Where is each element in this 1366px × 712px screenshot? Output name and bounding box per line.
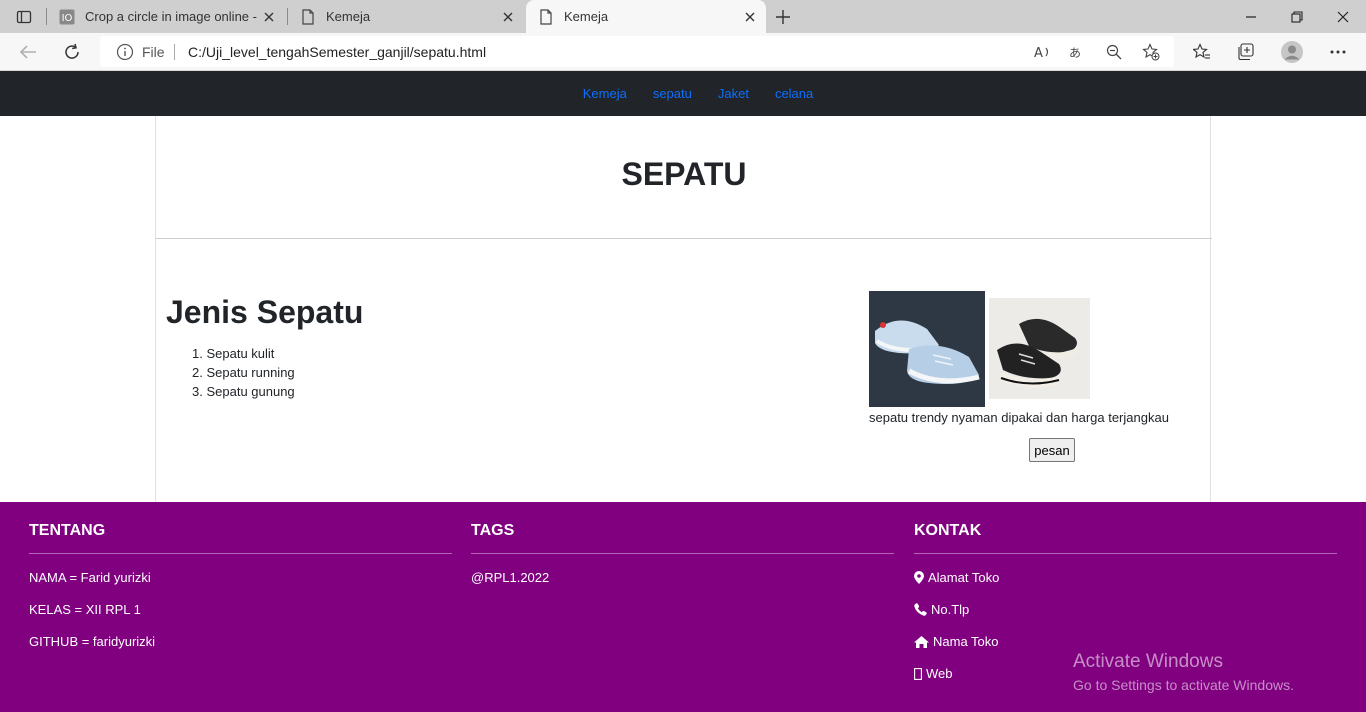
browser-tab[interactable]: Kemeja xyxy=(288,0,524,33)
footer-class: KELAS = XII RPL 1 xyxy=(29,602,141,617)
nav-link-celana[interactable]: celana xyxy=(775,86,813,101)
close-window-icon[interactable] xyxy=(1320,0,1366,33)
footer-divider xyxy=(471,553,894,554)
section-title: Jenis Sepatu xyxy=(166,294,364,330)
site-navbar: Kemeja sepatu Jaket celana xyxy=(0,71,1366,116)
back-arrow-icon[interactable] xyxy=(13,37,43,67)
favorites-icon[interactable] xyxy=(1187,37,1217,67)
profile-avatar-icon[interactable] xyxy=(1277,37,1307,67)
list-item: 3. Sepatu gunung xyxy=(192,384,295,399)
more-menu-icon[interactable] xyxy=(1323,37,1353,67)
activate-windows-title: Activate Windows xyxy=(1073,651,1223,672)
close-tab-icon[interactable] xyxy=(496,5,520,29)
browser-tab-bar: IO Crop a circle in image online - fre K… xyxy=(0,0,1366,33)
minimize-icon[interactable] xyxy=(1228,0,1274,33)
nav-link-kemeja[interactable]: Kemeja xyxy=(583,86,627,101)
page-title: SEPATU xyxy=(621,156,747,192)
browser-tab-active[interactable]: Kemeja xyxy=(526,0,766,33)
footer-github: GITHUB = faridyurizki xyxy=(29,634,156,649)
browser-tab[interactable]: IO Crop a circle in image online - fre xyxy=(47,0,285,33)
list-item: 2. Sepatu running xyxy=(192,365,295,380)
address-toolbar: File C:/Uji_level_tengahSemester_ganjil/… xyxy=(0,33,1366,71)
footer-heading: TAGS xyxy=(471,522,515,539)
url-text[interactable]: C:/Uji_level_tengahSemester_ganjil/sepat… xyxy=(188,44,486,60)
divider xyxy=(156,238,1212,239)
nav-link-jaket[interactable]: Jaket xyxy=(718,86,749,101)
product-caption: sepatu trendy nyaman dipakai dan harga t… xyxy=(869,410,1169,425)
tab-actions-icon[interactable] xyxy=(8,5,40,29)
close-tab-icon[interactable] xyxy=(257,5,281,29)
collections-icon[interactable] xyxy=(1231,37,1261,67)
activate-windows-hint: Go to Settings to activate Windows. xyxy=(1073,677,1294,693)
scheme-label: File xyxy=(142,44,165,60)
order-button[interactable]: pesan xyxy=(1029,438,1075,462)
svg-text:A: A xyxy=(1034,46,1043,60)
zoom-out-icon[interactable] xyxy=(1103,41,1125,63)
address-bar[interactable]: File C:/Uji_level_tengahSemester_ganjil/… xyxy=(100,36,1174,67)
page-favicon-icon xyxy=(538,8,554,25)
info-icon[interactable] xyxy=(116,43,134,61)
footer-contact-address[interactable]: Alamat Toko xyxy=(914,570,999,585)
svg-text:IO: IO xyxy=(62,13,73,24)
reload-icon[interactable] xyxy=(57,37,87,67)
tab-title: Kemeja xyxy=(564,9,609,24)
footer-contact-store[interactable]: Nama Toko xyxy=(914,634,999,649)
shoe-image-blue xyxy=(869,291,985,407)
add-favorite-icon[interactable] xyxy=(1140,41,1162,63)
read-aloud-icon[interactable]: A xyxy=(1032,41,1054,63)
translate-icon[interactable]: あ xyxy=(1067,41,1089,63)
missing-glyph-icon xyxy=(914,667,922,680)
home-icon xyxy=(914,635,929,648)
nav-link-sepatu[interactable]: sepatu xyxy=(653,86,692,101)
map-marker-icon xyxy=(914,571,924,584)
footer-contact-web[interactable]: Web xyxy=(914,666,953,681)
ioloveimg-favicon-icon: IO xyxy=(59,9,75,25)
footer-contact-phone[interactable]: No.Tlp xyxy=(914,602,969,617)
page-favicon-icon xyxy=(300,8,316,25)
footer-divider xyxy=(914,553,1337,554)
shoe-type-list: 1. Sepatu kulit 2. Sepatu running 3. Sep… xyxy=(192,344,295,401)
tab-title: Crop a circle in image online - fre xyxy=(85,9,257,24)
footer-heading: TENTANG xyxy=(29,522,106,539)
new-tab-icon[interactable] xyxy=(770,4,796,30)
footer-divider xyxy=(29,553,452,554)
footer-heading: KONTAK xyxy=(914,522,982,539)
close-tab-icon[interactable] xyxy=(738,5,762,29)
footer-name: NAMA = Farid yurizki xyxy=(29,570,151,585)
address-separator xyxy=(174,44,175,60)
list-item: 1. Sepatu kulit xyxy=(192,346,275,361)
footer-tag: @RPL1.2022 xyxy=(471,570,550,585)
main-container: SEPATU Jenis Sepatu 1. Sepatu kulit 2. S… xyxy=(155,116,1212,503)
tab-title: Kemeja xyxy=(326,9,371,24)
restore-icon[interactable] xyxy=(1274,0,1320,33)
phone-icon xyxy=(914,603,927,616)
svg-text:あ: あ xyxy=(1069,46,1081,60)
shoe-image-black xyxy=(989,298,1090,399)
